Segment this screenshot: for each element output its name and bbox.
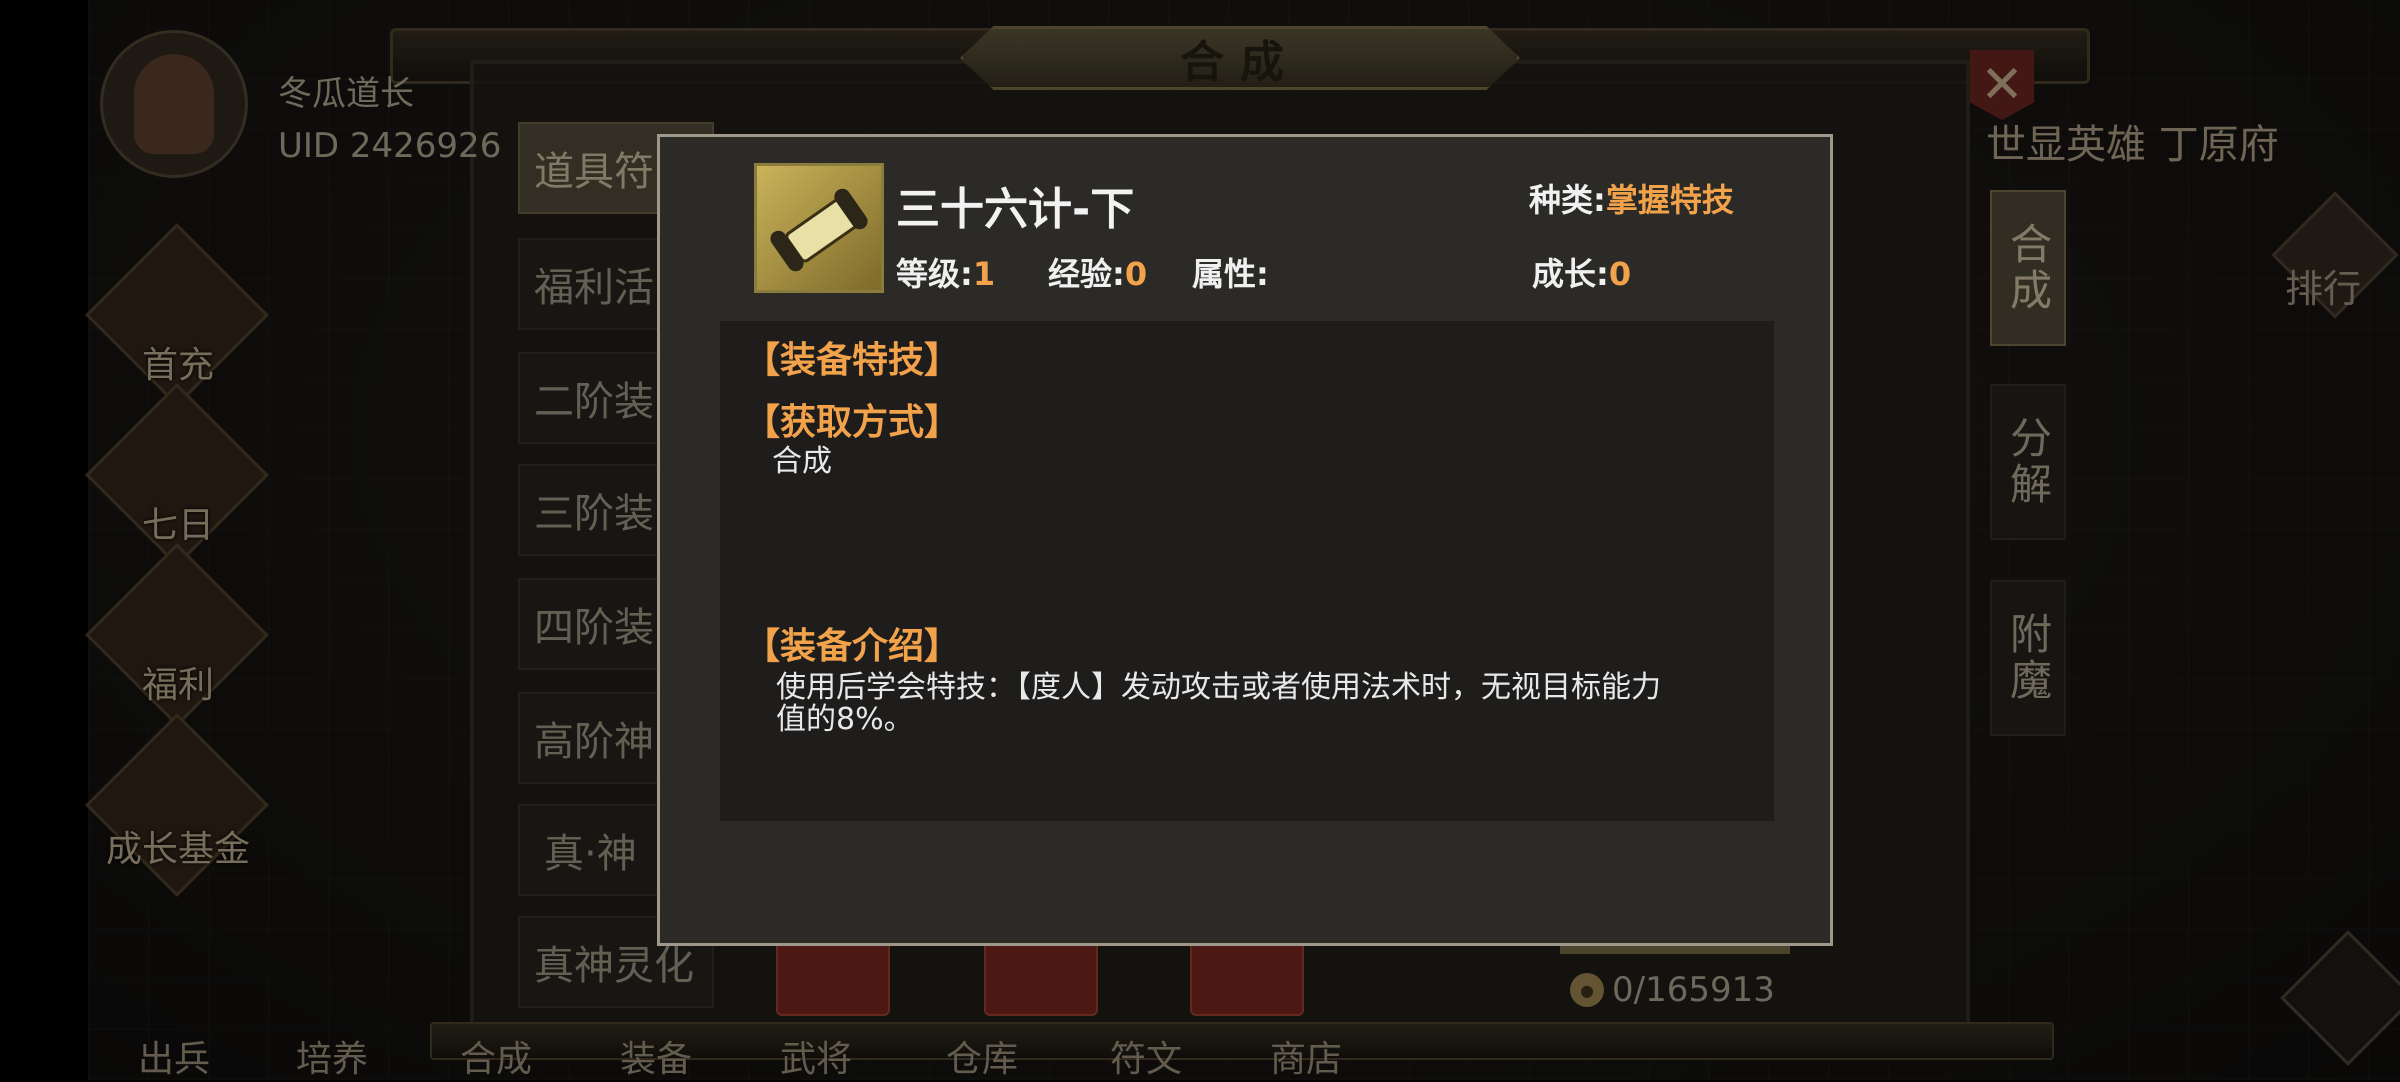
- avatar-portrait: [134, 54, 214, 154]
- player-name: 冬瓜道长: [278, 74, 414, 114]
- tab-decompose[interactable]: 分解: [1990, 384, 2066, 540]
- left-icon-label-first-recharge: 首充: [141, 345, 214, 386]
- item-growth: 成长:0: [1532, 255, 1632, 293]
- nav-item[interactable]: 武将: [780, 1030, 852, 1082]
- source-text: 合成: [772, 444, 832, 479]
- nav-item[interactable]: 符文: [1110, 1030, 1182, 1082]
- nav-item[interactable]: 商店: [1270, 1030, 1342, 1082]
- currency-amount: 0/165913: [1612, 970, 1775, 1010]
- ranking-label: 排行: [2285, 267, 2362, 311]
- scroll-icon: [754, 163, 884, 293]
- close-icon: ✕: [1980, 55, 2024, 115]
- item-level: 等级:1: [896, 255, 996, 293]
- intro-text-line2: 值的8%。: [776, 702, 914, 737]
- item-description-panel: 【装备特技】 【获取方式】 合成 【装备介绍】 使用后学会特技：【度人】发动攻击…: [720, 321, 1774, 821]
- item-exp: 经验:0: [1048, 255, 1148, 293]
- section-equip-skill: 【装备特技】: [744, 340, 961, 381]
- item-type: 种类:掌握特技: [1529, 181, 1734, 219]
- player-uid: UID 2426926: [278, 126, 502, 166]
- nav-item[interactable]: 合成: [460, 1030, 532, 1082]
- coin-icon: ●: [1570, 973, 1604, 1007]
- left-icon-label-growth-fund: 成长基金: [105, 829, 250, 870]
- left-icon-label-seven-day: 七日: [141, 505, 214, 546]
- intro-text-line1: 使用后学会特技：【度人】发动攻击或者使用法术时，无视目标能力: [776, 670, 1661, 705]
- tab-enchant[interactable]: 附魔: [1990, 580, 2066, 736]
- nav-item[interactable]: 仓库: [946, 1030, 1018, 1082]
- currency-display: ● 0/165913: [1570, 970, 1775, 1010]
- nav-item[interactable]: 出兵: [138, 1030, 210, 1082]
- item-name: 三十六计-下: [896, 184, 1135, 235]
- nav-item[interactable]: 培养: [296, 1030, 368, 1082]
- book-icon[interactable]: [776, 940, 890, 1016]
- book-icon[interactable]: [984, 940, 1098, 1016]
- book-icon[interactable]: [1190, 940, 1304, 1016]
- item-attribute: 属性:: [1192, 255, 1269, 293]
- section-intro: 【装备介绍】: [744, 626, 961, 667]
- window-title: 合成: [960, 26, 1520, 90]
- tab-synthesis[interactable]: 合成: [1990, 190, 2066, 346]
- nav-item[interactable]: 装备: [620, 1030, 692, 1082]
- item-detail-popup: 三十六计-下 种类:掌握特技 等级:1 经验:0 属性: 成长:0 【装备特技】…: [657, 134, 1833, 946]
- left-icon-label-welfare: 福利: [141, 665, 214, 706]
- section-source: 【获取方式】: [744, 402, 961, 443]
- server-name: 世显英雄 丁原府: [1986, 122, 2279, 168]
